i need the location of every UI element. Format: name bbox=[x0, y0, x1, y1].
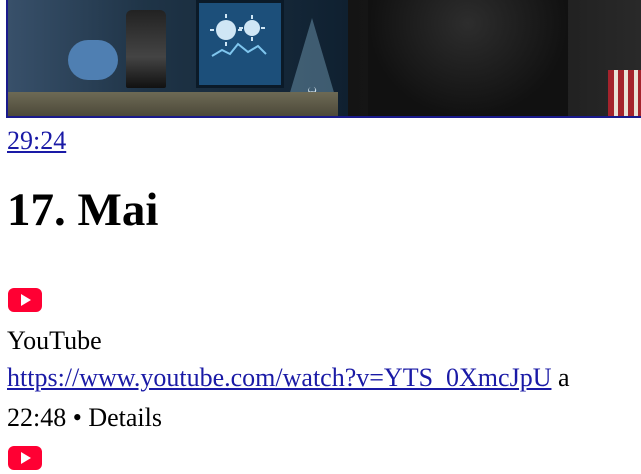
video-duration-link[interactable]: 29:24 bbox=[7, 125, 66, 157]
entry-meta: 22:48 • Details bbox=[7, 402, 162, 434]
thumbnail-glove bbox=[68, 40, 118, 80]
video-url-link[interactable]: https://www.youtube.com/watch?v=YTS_0Xmc… bbox=[7, 363, 551, 392]
thumbnail-labels bbox=[608, 70, 641, 116]
video-thumbnail[interactable]: ☣ bbox=[6, 0, 641, 118]
url-line: https://www.youtube.com/watch?v=YTS_0Xmc… bbox=[7, 362, 570, 394]
url-trailing-text: a bbox=[551, 363, 570, 392]
youtube-icon bbox=[8, 446, 42, 470]
page: ☣ 29:24 17. Mai YouTube https://www.yout… bbox=[0, 0, 641, 474]
virus-icon bbox=[210, 14, 267, 57]
date-heading: 17. Mai bbox=[7, 184, 159, 236]
entry-time: 22:48 bbox=[7, 403, 67, 432]
youtube-icon bbox=[8, 288, 42, 312]
meta-separator: • bbox=[66, 403, 89, 432]
thumbnail-person bbox=[368, 0, 568, 116]
thumbnail-shelf bbox=[8, 92, 338, 116]
source-label: YouTube bbox=[7, 326, 102, 355]
thumbnail-microscope bbox=[126, 10, 166, 88]
details-link[interactable]: Details bbox=[88, 403, 162, 432]
